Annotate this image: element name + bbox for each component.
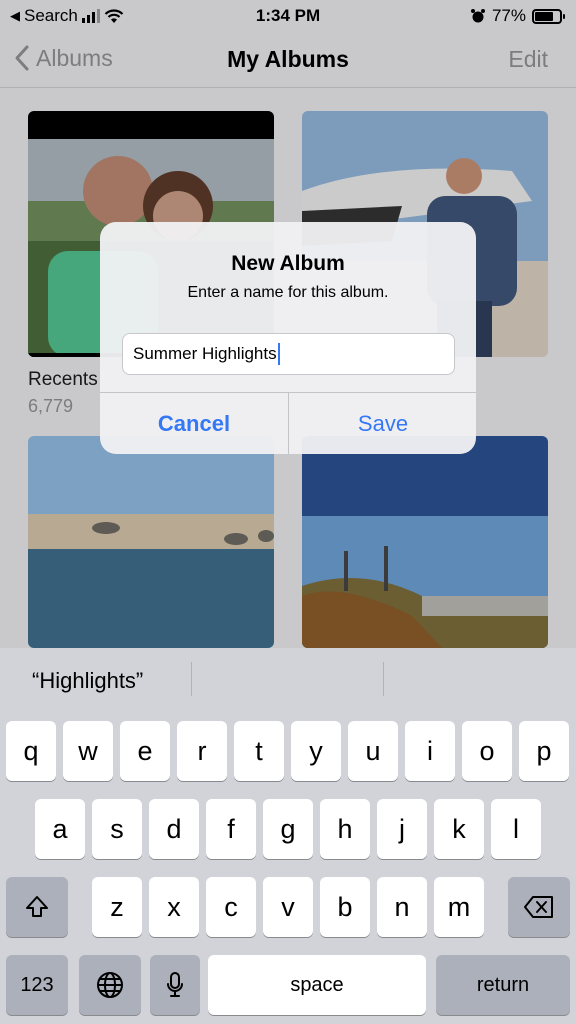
divider: [383, 662, 384, 696]
key-j[interactable]: j: [377, 799, 427, 859]
album-name-value: Summer Highlights: [133, 344, 277, 363]
key-k[interactable]: k: [434, 799, 484, 859]
save-button[interactable]: Save: [289, 393, 476, 454]
globe-key[interactable]: [79, 955, 141, 1015]
key-r[interactable]: r: [177, 721, 227, 781]
key-p[interactable]: p: [519, 721, 569, 781]
suggestion-bar: “Highlights”: [0, 648, 576, 714]
cancel-button[interactable]: Cancel: [100, 393, 288, 454]
key-y[interactable]: y: [291, 721, 341, 781]
return-key[interactable]: return: [436, 955, 570, 1015]
divider: [191, 662, 192, 696]
key-w[interactable]: w: [63, 721, 113, 781]
key-n[interactable]: n: [377, 877, 427, 937]
key-g[interactable]: g: [263, 799, 313, 859]
shift-key[interactable]: [6, 877, 68, 937]
delete-key[interactable]: [508, 877, 570, 937]
key-z[interactable]: z: [92, 877, 142, 937]
numbers-key[interactable]: 123: [6, 955, 68, 1015]
dictation-key[interactable]: [150, 955, 200, 1015]
key-t[interactable]: t: [234, 721, 284, 781]
key-m[interactable]: m: [434, 877, 484, 937]
album-name-input[interactable]: Summer Highlights: [122, 333, 455, 375]
dialog-title: New Album: [231, 252, 345, 275]
key-x[interactable]: x: [149, 877, 199, 937]
key-b[interactable]: b: [320, 877, 370, 937]
key-f[interactable]: f: [206, 799, 256, 859]
backspace-icon: [524, 896, 553, 918]
shift-icon: [26, 896, 48, 917]
keyboard: “Highlights” q w e r t y u i o p a s d f…: [0, 648, 576, 1024]
new-album-dialog: New Album Enter a name for this album. S…: [100, 222, 476, 454]
key-l[interactable]: l: [491, 799, 541, 859]
key-i[interactable]: i: [405, 721, 455, 781]
key-u[interactable]: u: [348, 721, 398, 781]
key-q[interactable]: q: [6, 721, 56, 781]
space-key[interactable]: space: [208, 955, 426, 1015]
dialog-message: Enter a name for this album.: [187, 284, 389, 301]
key-c[interactable]: c: [206, 877, 256, 937]
suggestion-item[interactable]: “Highlights”: [32, 668, 143, 694]
key-h[interactable]: h: [320, 799, 370, 859]
key-d[interactable]: d: [149, 799, 199, 859]
key-s[interactable]: s: [92, 799, 142, 859]
text-cursor: [277, 343, 280, 365]
globe-icon: [97, 972, 123, 998]
key-e[interactable]: e: [120, 721, 170, 781]
microphone-icon: [167, 972, 183, 997]
key-o[interactable]: o: [462, 721, 512, 781]
key-v[interactable]: v: [263, 877, 313, 937]
key-a[interactable]: a: [35, 799, 85, 859]
